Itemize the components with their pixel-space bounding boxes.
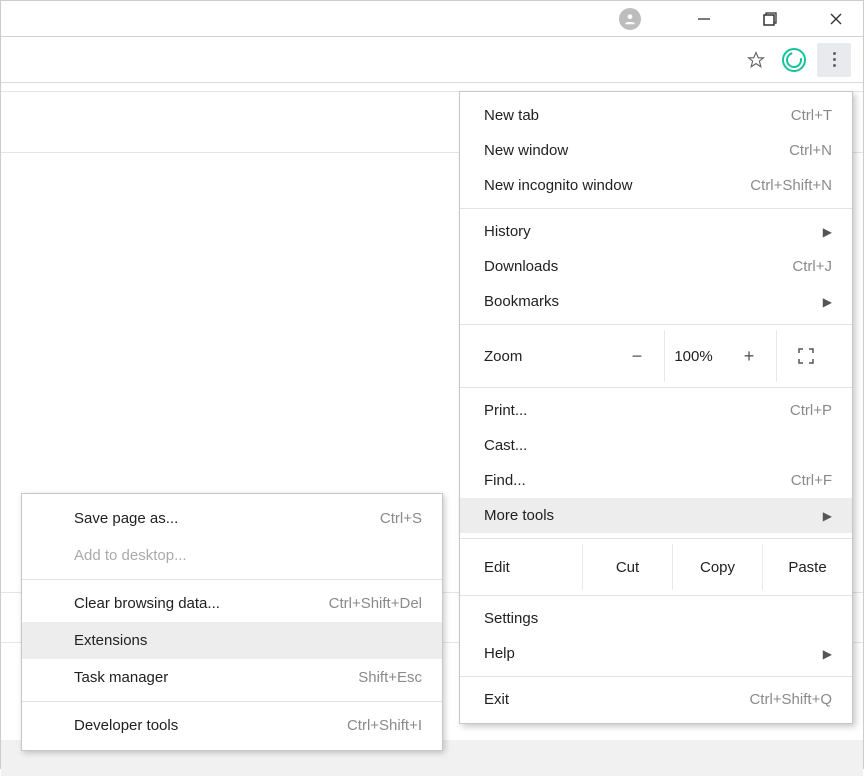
window-minimize-button[interactable] <box>681 4 727 34</box>
label: Downloads <box>484 258 780 275</box>
shortcut: Ctrl+T <box>791 107 832 124</box>
label: More tools <box>484 507 811 524</box>
user-avatar-icon[interactable] <box>619 8 641 30</box>
zoom-value: 100% <box>664 330 722 382</box>
label: Settings <box>484 610 832 627</box>
menu-separator <box>460 324 852 325</box>
label: New window <box>484 142 777 159</box>
menu-separator <box>22 701 442 702</box>
menu-new-incognito[interactable]: New incognito window Ctrl+Shift+N <box>460 168 852 203</box>
label: New tab <box>484 107 779 124</box>
label: Print... <box>484 402 778 419</box>
zoom-label: Zoom <box>460 330 610 382</box>
menu-separator <box>460 676 852 677</box>
window-titlebar <box>1 1 863 37</box>
menu-separator <box>22 579 442 580</box>
shortcut: Ctrl+Shift+Q <box>749 691 832 708</box>
shortcut: Ctrl+Shift+N <box>750 177 832 194</box>
more-tools-submenu: Save page as... Ctrl+S Add to desktop...… <box>21 493 443 751</box>
address-bar <box>1 37 863 83</box>
shortcut: Ctrl+S <box>380 510 422 527</box>
label: Help <box>484 645 811 662</box>
submenu-task-manager[interactable]: Task manager Shift+Esc <box>22 659 442 696</box>
fullscreen-icon <box>798 348 814 364</box>
submenu-arrow-icon: ▶ <box>823 295 832 309</box>
menu-cast[interactable]: Cast... <box>460 428 852 463</box>
submenu-arrow-icon: ▶ <box>823 225 832 239</box>
submenu-arrow-icon: ▶ <box>823 647 832 661</box>
menu-downloads[interactable]: Downloads Ctrl+J <box>460 249 852 284</box>
menu-history[interactable]: History ▶ <box>460 214 852 249</box>
menu-new-window[interactable]: New window Ctrl+N <box>460 133 852 168</box>
menu-new-tab[interactable]: New tab Ctrl+T <box>460 98 852 133</box>
label: Exit <box>484 691 737 708</box>
menu-bookmarks[interactable]: Bookmarks ▶ <box>460 284 852 319</box>
grammarly-extension-icon[interactable] <box>779 45 809 75</box>
label: Cast... <box>484 437 832 454</box>
shortcut: Ctrl+Shift+Del <box>329 595 422 612</box>
label: History <box>484 223 811 240</box>
bookmark-star-icon[interactable] <box>741 45 771 75</box>
edit-label: Edit <box>460 544 582 590</box>
menu-help[interactable]: Help ▶ <box>460 636 852 671</box>
label: Find... <box>484 472 779 489</box>
menu-print[interactable]: Print... Ctrl+P <box>460 393 852 428</box>
submenu-developer-tools[interactable]: Developer tools Ctrl+Shift+I <box>22 707 442 744</box>
window-maximize-button[interactable] <box>747 4 793 34</box>
menu-zoom-row: Zoom − 100% + <box>460 330 852 382</box>
label: Task manager <box>74 669 346 686</box>
window-close-button[interactable] <box>813 4 859 34</box>
submenu-clear-browsing-data[interactable]: Clear browsing data... Ctrl+Shift+Del <box>22 585 442 622</box>
label: Extensions <box>74 632 422 649</box>
menu-separator <box>460 538 852 539</box>
submenu-add-to-desktop[interactable]: Add to desktop... <box>22 537 442 574</box>
chrome-main-menu: New tab Ctrl+T New window Ctrl+N New inc… <box>459 91 853 724</box>
edit-copy-button[interactable]: Copy <box>672 544 762 590</box>
shortcut: Ctrl+N <box>789 142 832 159</box>
menu-settings[interactable]: Settings <box>460 601 852 636</box>
menu-separator <box>460 595 852 596</box>
chrome-menu-button[interactable] <box>817 43 851 77</box>
menu-separator <box>460 208 852 209</box>
label: Add to desktop... <box>74 547 422 564</box>
edit-paste-button[interactable]: Paste <box>762 544 852 590</box>
shortcut: Ctrl+F <box>791 472 832 489</box>
zoom-in-button[interactable]: + <box>722 330 776 382</box>
edit-cut-button[interactable]: Cut <box>582 544 672 590</box>
shortcut: Ctrl+Shift+I <box>347 717 422 734</box>
menu-more-tools[interactable]: More tools ▶ <box>460 498 852 533</box>
label: Bookmarks <box>484 293 811 310</box>
shortcut: Shift+Esc <box>358 669 422 686</box>
fullscreen-button[interactable] <box>776 330 834 382</box>
menu-separator <box>460 387 852 388</box>
submenu-save-page-as[interactable]: Save page as... Ctrl+S <box>22 500 442 537</box>
shortcut: Ctrl+P <box>790 402 832 419</box>
menu-find[interactable]: Find... Ctrl+F <box>460 463 852 498</box>
label: Save page as... <box>74 510 368 527</box>
zoom-out-button[interactable]: − <box>610 330 664 382</box>
label: Developer tools <box>74 717 335 734</box>
menu-exit[interactable]: Exit Ctrl+Shift+Q <box>460 682 852 717</box>
label: New incognito window <box>484 177 738 194</box>
submenu-arrow-icon: ▶ <box>823 509 832 523</box>
omnibox[interactable] <box>3 42 855 78</box>
submenu-extensions[interactable]: Extensions <box>22 622 442 659</box>
label: Clear browsing data... <box>74 595 317 612</box>
shortcut: Ctrl+J <box>792 258 832 275</box>
menu-edit-row: Edit Cut Copy Paste <box>460 544 852 590</box>
